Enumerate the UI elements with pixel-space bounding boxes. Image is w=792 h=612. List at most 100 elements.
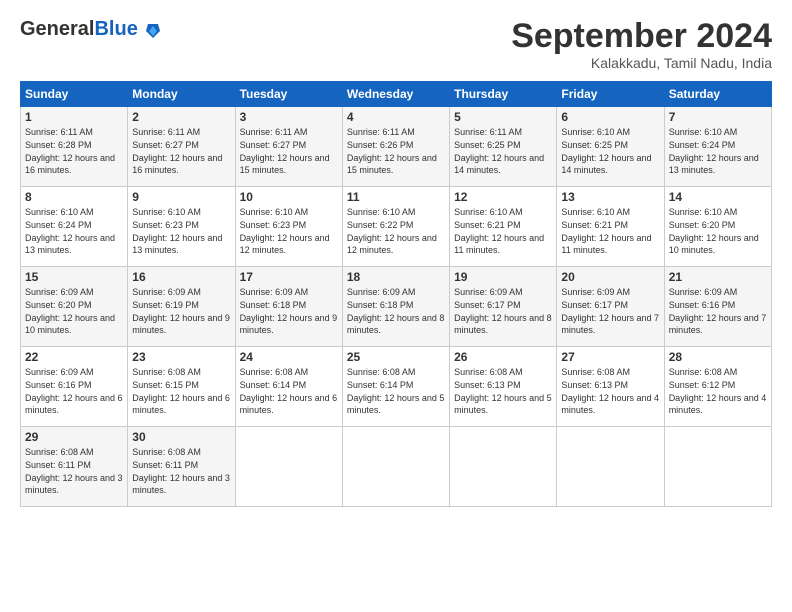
calendar-cell: 29 Sunrise: 6:08 AMSunset: 6:11 PMDayligh… [21,427,128,507]
col-saturday: Saturday [664,82,771,107]
day-number: 19 [454,270,552,284]
day-number: 15 [25,270,123,284]
cell-info: Sunrise: 6:10 AMSunset: 6:22 PMDaylight:… [347,206,445,256]
week-row-1: 1Sunrise: 6:11 AMSunset: 6:28 PMDaylight… [21,107,772,187]
day-number: 14 [669,190,767,204]
calendar-cell: 30Sunrise: 6:08 AMSunset: 6:11 PMDayligh… [128,427,235,507]
day-number: 17 [240,270,338,284]
cell-info: Sunrise: 6:09 AMSunset: 6:19 PMDaylight:… [132,286,230,336]
calendar-cell: 5 Sunrise: 6:11 AMSunset: 6:25 PMDaylight… [450,107,557,187]
header-row: Sunday Monday Tuesday Wednesday Thursday… [21,82,772,107]
cell-info: Sunrise: 6:10 AMSunset: 6:23 PMDaylight:… [240,206,338,256]
col-sunday: Sunday [21,82,128,107]
calendar-cell: 17 Sunrise: 6:09 AMSunset: 6:18 PMDayligh… [235,267,342,347]
day-number: 6 [561,110,659,124]
col-friday: Friday [557,82,664,107]
calendar-cell: 9Sunrise: 6:10 AMSunset: 6:23 PMDaylight… [128,187,235,267]
cell-info: Sunrise: 6:10 AMSunset: 6:24 PMDaylight:… [669,126,767,176]
calendar-cell: 3 Sunrise: 6:11 AMSunset: 6:27 PMDaylight… [235,107,342,187]
header: GeneralBlue September 2024 Kalakkadu, Ta… [20,18,772,71]
cell-info: Sunrise: 6:08 AMSunset: 6:14 PMDaylight:… [240,366,338,416]
location: Kalakkadu, Tamil Nadu, India [511,55,772,71]
calendar-cell [664,427,771,507]
cell-info: Sunrise: 6:10 AMSunset: 6:21 PMDaylight:… [454,206,552,256]
calendar-cell: 12Sunrise: 6:10 AMSunset: 6:21 PMDayligh… [450,187,557,267]
calendar-cell: 27 Sunrise: 6:08 AMSunset: 6:13 PMDayligh… [557,347,664,427]
day-number: 28 [669,350,767,364]
cell-info: Sunrise: 6:08 AMSunset: 6:13 PMDaylight:… [561,366,659,416]
calendar-cell: 1Sunrise: 6:11 AMSunset: 6:28 PMDaylight… [21,107,128,187]
col-tuesday: Tuesday [235,82,342,107]
calendar-cell [342,427,449,507]
week-row-3: 15 Sunrise: 6:09 AMSunset: 6:20 PMDayligh… [21,267,772,347]
calendar-cell: 8 Sunrise: 6:10 AMSunset: 6:24 PMDaylight… [21,187,128,267]
day-number: 4 [347,110,445,124]
day-number: 16 [132,270,230,284]
day-number: 10 [240,190,338,204]
cell-info: Sunrise: 6:08 AMSunset: 6:14 PMDaylight:… [347,366,445,416]
calendar-cell: 19 Sunrise: 6:09 AMSunset: 6:17 PMDayligh… [450,267,557,347]
col-monday: Monday [128,82,235,107]
cell-info: Sunrise: 6:09 AMSunset: 6:17 PMDaylight:… [454,286,552,336]
day-number: 25 [347,350,445,364]
cell-info: Sunrise: 6:09 AMSunset: 6:18 PMDaylight:… [347,286,445,336]
day-number: 26 [454,350,552,364]
calendar-cell: 23 Sunrise: 6:08 AMSunset: 6:15 PMDayligh… [128,347,235,427]
calendar-cell: 4 Sunrise: 6:11 AMSunset: 6:26 PMDaylight… [342,107,449,187]
calendar-cell: 7 Sunrise: 6:10 AMSunset: 6:24 PMDaylight… [664,107,771,187]
calendar-cell: 21 Sunrise: 6:09 AMSunset: 6:16 PMDayligh… [664,267,771,347]
week-row-5: 29 Sunrise: 6:08 AMSunset: 6:11 PMDayligh… [21,427,772,507]
cell-info: Sunrise: 6:08 AMSunset: 6:11 PMDaylight:… [25,446,123,496]
week-row-4: 22 Sunrise: 6:09 AMSunset: 6:16 PMDayligh… [21,347,772,427]
day-number: 22 [25,350,123,364]
calendar-cell [235,427,342,507]
calendar-cell: 25 Sunrise: 6:08 AMSunset: 6:14 PMDayligh… [342,347,449,427]
cell-info: Sunrise: 6:09 AMSunset: 6:16 PMDaylight:… [25,366,123,416]
calendar-cell: 13 Sunrise: 6:10 AMSunset: 6:21 PMDayligh… [557,187,664,267]
calendar-cell [557,427,664,507]
cell-info: Sunrise: 6:10 AMSunset: 6:21 PMDaylight:… [561,206,659,256]
day-number: 27 [561,350,659,364]
day-number: 24 [240,350,338,364]
day-number: 13 [561,190,659,204]
calendar-cell: 15 Sunrise: 6:09 AMSunset: 6:20 PMDayligh… [21,267,128,347]
calendar-cell: 11 Sunrise: 6:10 AMSunset: 6:22 PMDayligh… [342,187,449,267]
page: GeneralBlue September 2024 Kalakkadu, Ta… [0,0,792,517]
calendar-cell: 16 Sunrise: 6:09 AMSunset: 6:19 PMDayligh… [128,267,235,347]
cell-info: Sunrise: 6:09 AMSunset: 6:18 PMDaylight:… [240,286,338,336]
day-number: 11 [347,190,445,204]
cell-info: Sunrise: 6:09 AMSunset: 6:20 PMDaylight:… [25,286,123,336]
day-number: 5 [454,110,552,124]
calendar-cell: 26Sunrise: 6:08 AMSunset: 6:13 PMDayligh… [450,347,557,427]
calendar-cell: 2 Sunrise: 6:11 AMSunset: 6:27 PMDaylight… [128,107,235,187]
calendar-table: Sunday Monday Tuesday Wednesday Thursday… [20,81,772,507]
day-number: 2 [132,110,230,124]
cell-info: Sunrise: 6:11 AMSunset: 6:27 PMDaylight:… [132,126,230,176]
day-number: 7 [669,110,767,124]
logo-icon [144,22,162,40]
cell-info: Sunrise: 6:11 AMSunset: 6:27 PMDaylight:… [240,126,338,176]
calendar-cell: 6 Sunrise: 6:10 AMSunset: 6:25 PMDaylight… [557,107,664,187]
day-number: 20 [561,270,659,284]
cell-info: Sunrise: 6:10 AMSunset: 6:24 PMDaylight:… [25,206,123,256]
calendar-cell: 20Sunrise: 6:09 AMSunset: 6:17 PMDayligh… [557,267,664,347]
cell-info: Sunrise: 6:11 AMSunset: 6:25 PMDaylight:… [454,126,552,176]
cell-info: Sunrise: 6:09 AMSunset: 6:16 PMDaylight:… [669,286,767,336]
day-number: 18 [347,270,445,284]
logo-blue-text: Blue [94,18,137,40]
calendar-cell [450,427,557,507]
cell-info: Sunrise: 6:10 AMSunset: 6:25 PMDaylight:… [561,126,659,176]
cell-info: Sunrise: 6:11 AMSunset: 6:26 PMDaylight:… [347,126,445,176]
day-number: 30 [132,430,230,444]
title-area: September 2024 Kalakkadu, Tamil Nadu, In… [511,18,772,71]
day-number: 21 [669,270,767,284]
week-row-2: 8 Sunrise: 6:10 AMSunset: 6:24 PMDaylight… [21,187,772,267]
day-number: 3 [240,110,338,124]
cell-info: Sunrise: 6:10 AMSunset: 6:23 PMDaylight:… [132,206,230,256]
day-number: 1 [25,110,123,124]
day-number: 29 [25,430,123,444]
cell-info: Sunrise: 6:08 AMSunset: 6:15 PMDaylight:… [132,366,230,416]
col-wednesday: Wednesday [342,82,449,107]
day-number: 8 [25,190,123,204]
day-number: 23 [132,350,230,364]
